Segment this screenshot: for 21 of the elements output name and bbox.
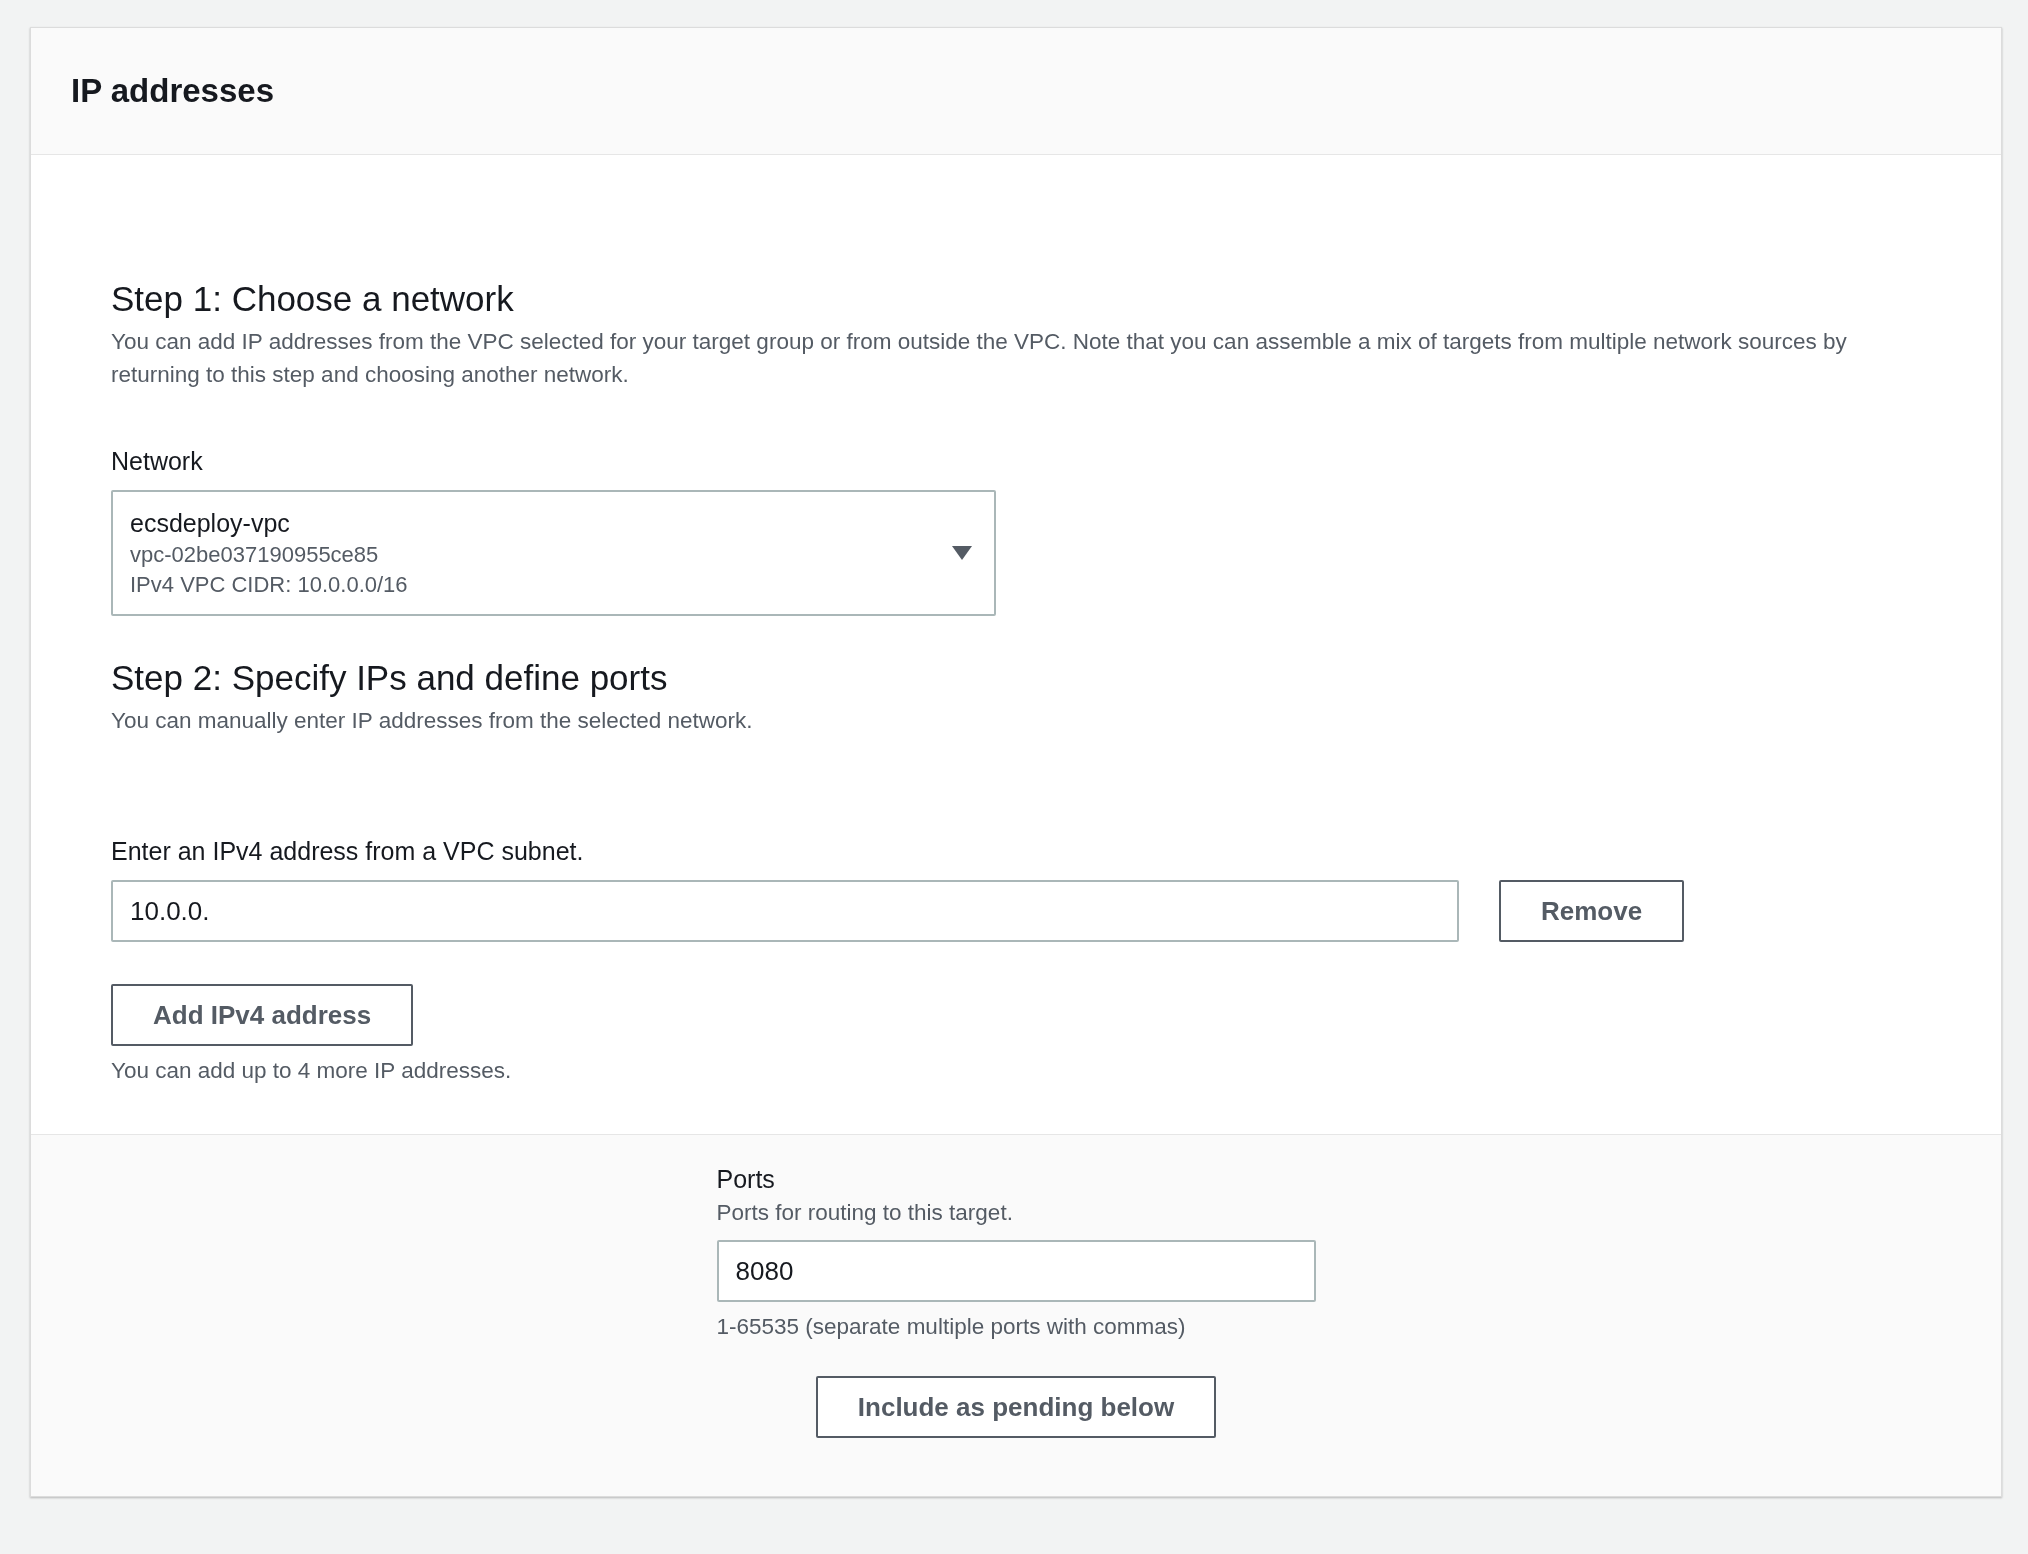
caret-icon xyxy=(952,546,972,560)
field-label: Ports xyxy=(716,1165,776,1194)
remove-button[interactable]: Remove xyxy=(1499,880,1685,942)
step-heading: Step 1: Choose a network xyxy=(111,278,515,320)
step-description: You can add IP addresses from the VPC selected for your target group or from outside the VPC. Note that you can assemble a mix of targets from multiple network sources by returning to this step and choosing another network. xyxy=(111,328,1848,389)
step-description: You can manually enter IP addresses from the selected network. xyxy=(111,707,754,735)
field-label: Enter an IPv4 address from a VPC subnet. xyxy=(111,837,585,866)
hint-text: 1-65535 (separate multiple ports with commas) xyxy=(716,1314,1187,1340)
ip-address-field[interactable]: 10.0.0. xyxy=(111,880,1459,942)
include-pending-button[interactable]: Include as pending below xyxy=(815,1376,1217,1438)
panel-title: IP addresses xyxy=(71,72,275,110)
network-select[interactable]: ecsdeploy-vpc vpc-02be037190955ce85 IPv4 VPC CIDR: 10.0.0.0/16 xyxy=(111,490,996,616)
field-description: Ports for routing to this target. xyxy=(716,1200,1014,1226)
hint-text: You can add up to 4 more IP addresses. xyxy=(111,1058,513,1084)
select-value: ecsdeploy-vpc xyxy=(130,508,291,539)
field-label: Network xyxy=(111,447,204,476)
step-heading: Step 2: Specify IPs and define ports xyxy=(111,657,669,699)
select-detail: vpc-02be037190955ce85 xyxy=(130,541,380,569)
select-detail: IPv4 VPC CIDR: 10.0.0.0/16 xyxy=(130,571,408,599)
add-address-button[interactable]: Add IPv4 address xyxy=(111,984,414,1046)
ports-field[interactable]: 8080 xyxy=(716,1240,1316,1302)
